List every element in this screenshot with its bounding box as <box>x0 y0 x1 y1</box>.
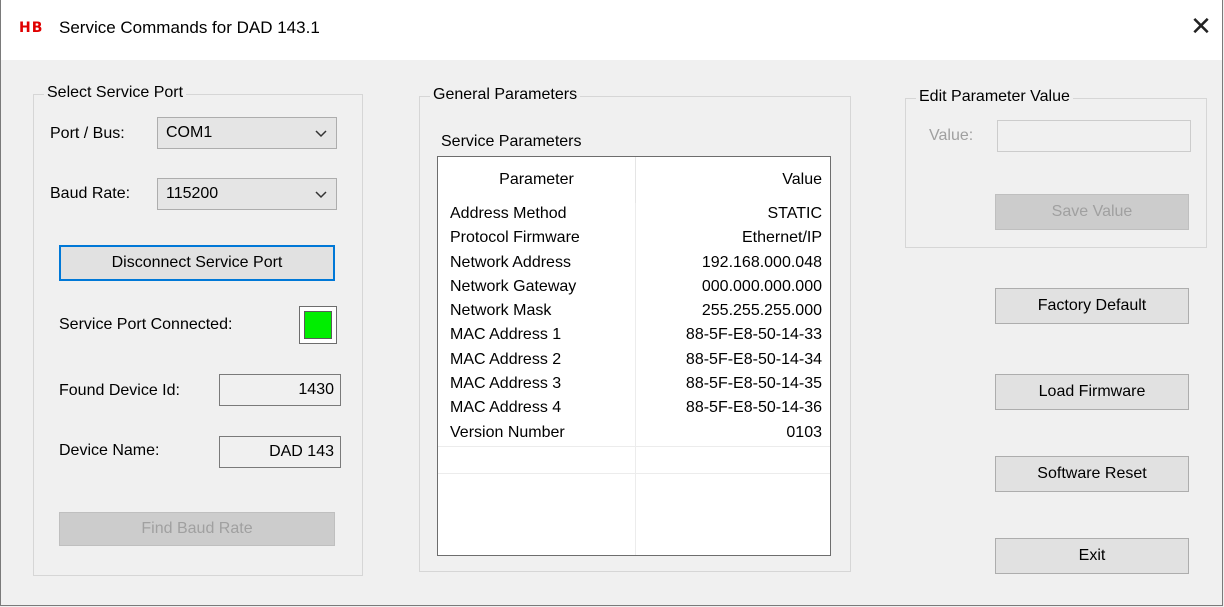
service-port-connected-label: Service Port Connected: <box>59 316 233 333</box>
edit-parameter-value-title: Edit Parameter Value <box>916 88 1073 106</box>
table-row[interactable]: MAC Address 1 88-5F-E8-50-14-33 <box>438 324 830 348</box>
parameter-value: STATIC <box>767 205 822 222</box>
service-parameters-list[interactable]: Parameter Value Address Method STATIC Prot… <box>437 156 831 556</box>
found-device-id-label: Found Device Id: <box>59 382 180 399</box>
parameter-value: 88-5F-E8-50-14-36 <box>685 399 822 417</box>
window-title: Service Commands for DAD 143.1 <box>59 18 320 37</box>
parameter-name: Address Method <box>450 205 567 222</box>
parameter-name: MAC Address 2 <box>450 350 562 368</box>
table-row[interactable]: Network Gateway 000.000.000.000 <box>438 276 830 300</box>
title-bar: HB Service Commands for DAD 143.1 ✕ <box>1 0 1222 60</box>
parameter-name: MAC Address 4 <box>450 399 562 417</box>
port-bus-select[interactable]: COM1 <box>157 117 337 149</box>
table-row[interactable]: MAC Address 3 88-5F-E8-50-14-35 <box>438 373 830 397</box>
parameter-name: Network Address <box>450 253 571 271</box>
found-device-id-field: 1430 <box>219 374 341 406</box>
chevron-down-icon <box>315 191 327 199</box>
parameter-value: 88-5F-E8-50-14-35 <box>685 375 822 393</box>
table-row[interactable]: Address Method STATIC <box>438 203 830 227</box>
parameter-name: MAC Address 3 <box>450 375 562 393</box>
parameter-rows: Address Method STATIC Protocol Firmware Eth… <box>438 203 830 500</box>
table-row[interactable]: MAC Address 2 88-5F-E8-50-14-34 <box>438 349 830 373</box>
service-commands-window: HB Service Commands for DAD 143.1 ✕ Sele… <box>0 0 1223 606</box>
device-name-field: DAD 143 <box>219 436 341 468</box>
parameter-value: 192.168.000.048 <box>701 253 822 271</box>
service-parameters-label: Service Parameters <box>441 133 582 150</box>
baud-rate-label: Baud Rate: <box>50 185 131 202</box>
port-bus-label: Port / Bus: <box>50 125 125 142</box>
parameter-name: Version Number <box>450 423 565 441</box>
connection-status-indicator <box>299 306 337 344</box>
close-icon[interactable]: ✕ <box>1184 12 1218 42</box>
table-row[interactable]: MAC Address 4 88-5F-E8-50-14-36 <box>438 397 830 421</box>
baud-rate-select[interactable]: 115200 <box>157 178 337 210</box>
table-row[interactable]: Version Number 0103 <box>438 422 830 446</box>
parameter-name: Protocol Firmware <box>450 229 580 247</box>
connection-status-fill <box>304 311 332 339</box>
parameter-name: Network Mask <box>450 302 552 320</box>
general-parameters-title: General Parameters <box>430 86 581 104</box>
select-service-port-title: Select Service Port <box>44 84 187 102</box>
parameter-value: 000.000.000.000 <box>701 277 822 295</box>
empty-row <box>438 472 830 500</box>
column-header-parameter[interactable]: Parameter <box>438 171 635 189</box>
hb-logo: HB <box>19 20 44 36</box>
parameter-value: Ethernet/IP <box>741 229 822 247</box>
parameter-value: 255.255.255.000 <box>701 302 822 320</box>
save-value-button[interactable]: Save Value <box>995 194 1189 230</box>
list-header: Parameter Value <box>438 157 830 203</box>
factory-default-button[interactable]: Factory Default <box>995 288 1189 324</box>
value-label: Value: <box>929 127 974 144</box>
load-firmware-button[interactable]: Load Firmware <box>995 374 1189 410</box>
baud-rate-value: 115200 <box>166 185 219 202</box>
table-row[interactable]: Network Mask 255.255.255.000 <box>438 300 830 324</box>
find-baud-rate-button[interactable]: Find Baud Rate <box>59 512 335 546</box>
disconnect-service-port-button[interactable]: Disconnect Service Port <box>59 245 335 281</box>
table-row[interactable]: Protocol Firmware Ethernet/IP <box>438 227 830 251</box>
chevron-down-icon <box>315 130 327 138</box>
column-header-value[interactable]: Value <box>636 171 822 189</box>
device-name-label: Device Name: <box>59 442 160 459</box>
empty-row <box>438 445 830 473</box>
exit-button[interactable]: Exit <box>995 538 1189 574</box>
parameter-name: MAC Address 1 <box>450 326 562 344</box>
parameter-value: 88-5F-E8-50-14-34 <box>685 350 822 368</box>
parameter-value: 0103 <box>786 423 822 441</box>
value-input[interactable] <box>997 120 1191 152</box>
parameter-name: Network Gateway <box>450 277 577 295</box>
software-reset-button[interactable]: Software Reset <box>995 456 1189 492</box>
parameter-value: 88-5F-E8-50-14-33 <box>685 326 822 344</box>
table-row[interactable]: Network Address 192.168.000.048 <box>438 252 830 276</box>
port-bus-value: COM1 <box>166 124 213 141</box>
